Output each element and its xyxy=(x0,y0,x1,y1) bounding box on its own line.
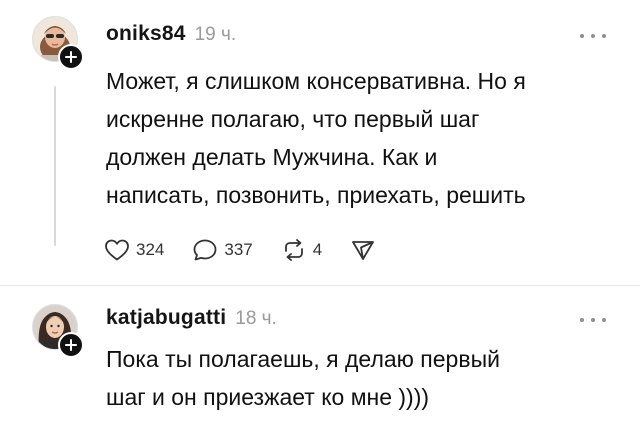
follow-button[interactable] xyxy=(58,44,84,70)
more-dots-icon[interactable] xyxy=(580,314,606,326)
repost-icon xyxy=(284,239,303,261)
post-header: oniks84 19 ч. xyxy=(106,22,236,52)
action-bar: 324 337 4 xyxy=(104,234,404,266)
post-text: Пока ты полагаешь, я делаю первый шаг и … xyxy=(106,340,616,416)
timestamp: 19 ч. xyxy=(194,24,237,45)
repost-button[interactable]: 4 xyxy=(281,238,322,262)
post-text: Может, я слишком консервативна. Но я иск… xyxy=(106,62,616,214)
heart-icon xyxy=(105,239,129,261)
post-oniks84: oniks84 19 ч. Может, я слишком консерват… xyxy=(0,0,640,285)
timestamp: 18 ч. xyxy=(235,308,277,329)
username[interactable]: katjabugatti xyxy=(106,306,226,330)
thread-line xyxy=(54,86,56,246)
share-button[interactable] xyxy=(350,238,376,262)
post-text-line: Пока ты полагаешь, я делаю первый xyxy=(106,346,500,372)
comment-count: 337 xyxy=(224,240,253,259)
post-text-line: должен делать Мужчина. Как и xyxy=(106,144,438,170)
repost-count: 4 xyxy=(312,240,323,259)
send-icon xyxy=(352,241,375,260)
follow-button[interactable] xyxy=(58,332,84,358)
avatar-oniks84[interactable] xyxy=(32,16,84,70)
post-text-line: искренне полагаю, что первый шаг xyxy=(106,106,480,132)
plus-icon xyxy=(65,339,77,351)
post-text-line: написать, позвонить, приехать, решить xyxy=(106,182,526,208)
post-text-line: Может, я слишком консервативна. Но я xyxy=(106,68,526,94)
username[interactable]: oniks84 xyxy=(106,22,186,46)
post-header: katjabugatti 18 ч. xyxy=(106,306,277,336)
comment-button[interactable]: 337 xyxy=(192,238,253,262)
comment-bubble-icon xyxy=(193,239,217,261)
like-count: 324 xyxy=(136,240,165,259)
post-katjabugatti: katjabugatti 18 ч. Пока ты полагаешь, я … xyxy=(0,286,640,423)
like-button[interactable]: 324 xyxy=(104,238,164,262)
avatar-katjabugatti[interactable] xyxy=(32,304,84,358)
plus-icon xyxy=(65,51,77,63)
post-text-line: шаг и он приезжает ко мне )))) xyxy=(106,384,430,410)
more-dots-icon[interactable] xyxy=(580,30,606,42)
